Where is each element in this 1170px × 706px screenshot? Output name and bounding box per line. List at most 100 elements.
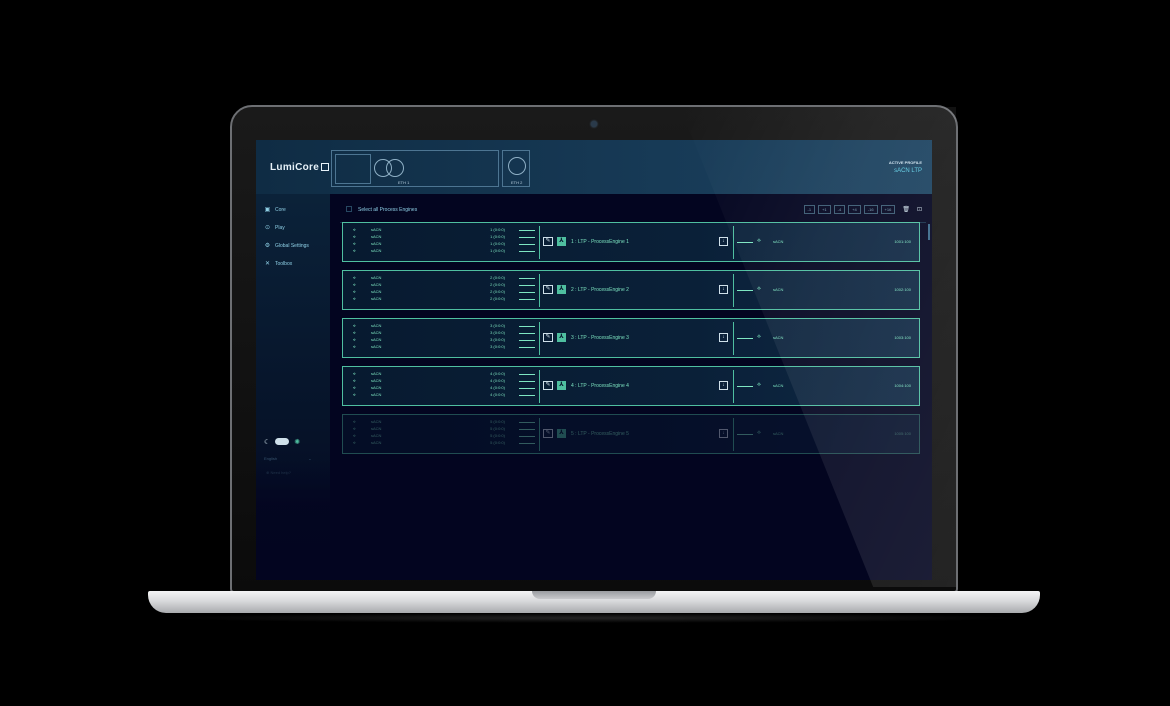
engine-type-icon: ⅄ bbox=[557, 285, 566, 294]
input-row[interactable]: ⟡ sACN 2 (0:0:0) bbox=[353, 275, 505, 282]
input-protocol: sACN bbox=[371, 371, 382, 376]
input-universe: 5 (0:0:0) bbox=[490, 433, 505, 438]
input-protocol: sACN bbox=[371, 275, 382, 280]
theme-toggle[interactable] bbox=[275, 438, 290, 445]
step-minus-16-button[interactable]: -16 bbox=[863, 205, 878, 214]
input-row[interactable]: ⟡ sACN 2 (0:0:0) bbox=[353, 296, 505, 303]
eth1-label: ETH 1 bbox=[398, 180, 410, 185]
process-engine-card[interactable]: ⟡ sACN 2 (0:0:0) ⟡ sACN 2 (0:0:0) ⟡ sACN 2 (0:0:… bbox=[342, 270, 920, 310]
input-source-icon: ⟡ bbox=[353, 337, 356, 342]
input-row[interactable]: ⟡ sACN 2 (0:0:0) bbox=[353, 282, 505, 289]
step-minus-4-button[interactable]: -4 bbox=[833, 205, 846, 214]
output-protocol: sACN bbox=[773, 335, 784, 340]
step-plus-16-button[interactable]: +16 bbox=[880, 205, 896, 214]
output-expand-icon[interactable]: ↓ bbox=[719, 429, 728, 438]
input-source-icon: ⟡ bbox=[353, 344, 356, 349]
engine-name[interactable]: 2 : LTP - ProcessEngine 2 bbox=[571, 287, 629, 293]
select-all-row[interactable]: Select all Process Engines bbox=[346, 206, 417, 213]
edit-icon[interactable]: ✎ bbox=[543, 429, 553, 438]
input-row[interactable]: ⟡ sACN 5 (0:0:0) bbox=[353, 419, 505, 426]
input-row[interactable]: ⟡ sACN 3 (0:0:0) bbox=[353, 337, 505, 344]
step-minus-1-button[interactable]: -1 bbox=[803, 205, 816, 214]
divider bbox=[539, 322, 540, 355]
input-protocol: sACN bbox=[371, 330, 382, 335]
engine-type-icon: ⅄ bbox=[557, 429, 566, 438]
active-profile-value[interactable]: sACN LTP bbox=[894, 168, 922, 174]
input-source-icon: ⟡ bbox=[353, 385, 356, 390]
sidebar-item-toolbox[interactable]: ✕ Toolbox bbox=[264, 260, 292, 267]
engine-name[interactable]: 5 : LTP - ProcessEngine 5 bbox=[571, 431, 629, 437]
core-icon: ▣ bbox=[264, 207, 271, 213]
input-row[interactable]: ⟡ sACN 1 (0:0:0) bbox=[353, 227, 505, 234]
input-row[interactable]: ⟡ sACN 2 (0:0:0) bbox=[353, 289, 505, 296]
process-engine-card[interactable]: ⟡ sACN 3 (0:0:0) ⟡ sACN 3 (0:0:0) ⟡ sACN 3 (0:0:… bbox=[342, 318, 920, 358]
output-expand-icon[interactable]: ↓ bbox=[719, 237, 728, 246]
app-logo[interactable]: LumiCore bbox=[270, 162, 330, 173]
select-all-checkbox[interactable] bbox=[346, 206, 352, 212]
edit-icon[interactable]: ✎ bbox=[543, 333, 553, 342]
process-engine-card[interactable]: ⟡ sACN 4 (0:0:0) ⟡ sACN 4 (0:0:0) ⟡ sACN 4 (0:0:… bbox=[342, 366, 920, 406]
input-row[interactable]: ⟡ sACN 1 (0:0:0) bbox=[353, 241, 505, 248]
input-source-icon: ⟡ bbox=[353, 296, 356, 301]
input-protocol: sACN bbox=[371, 323, 382, 328]
edit-icon[interactable]: ✎ bbox=[543, 237, 553, 246]
input-universe: 1 (0:0:0) bbox=[490, 227, 505, 232]
input-row[interactable]: ⟡ sACN 5 (0:0:0) bbox=[353, 433, 505, 440]
sidebar-item-play[interactable]: ⊙ Play bbox=[264, 224, 285, 231]
logo-text: LumiCore bbox=[270, 162, 320, 173]
engine-name[interactable]: 3 : LTP - ProcessEngine 3 bbox=[571, 335, 629, 341]
process-engine-card[interactable]: ⟡ sACN 5 (0:0:0) ⟡ sACN 5 (0:0:0) ⟡ sACN 5 (0:0:… bbox=[342, 414, 920, 454]
input-connector bbox=[519, 230, 535, 231]
engine-type-icon: ⅄ bbox=[557, 333, 566, 342]
input-row[interactable]: ⟡ sACN 5 (0:0:0) bbox=[353, 426, 505, 433]
input-row[interactable]: ⟡ sACN 4 (0:0:0) bbox=[353, 392, 505, 399]
input-row[interactable]: ⟡ sACN 1 (0:0:0) bbox=[353, 248, 505, 255]
input-row[interactable]: ⟡ sACN 4 (0:0:0) bbox=[353, 378, 505, 385]
input-universe: 5 (0:0:0) bbox=[490, 440, 505, 445]
output-expand-icon[interactable]: ↓ bbox=[719, 381, 728, 390]
step-plus-1-button[interactable]: +1 bbox=[818, 205, 831, 214]
list-fade-overlay bbox=[256, 458, 932, 580]
input-row[interactable]: ⟡ sACN 4 (0:0:0) bbox=[353, 385, 505, 392]
input-connector bbox=[519, 443, 535, 444]
input-row[interactable]: ⟡ sACN 3 (0:0:0) bbox=[353, 344, 505, 351]
input-protocol: sACN bbox=[371, 392, 382, 397]
sidebar-item-core[interactable]: ▣ Core bbox=[264, 206, 286, 213]
edit-icon[interactable]: ✎ bbox=[543, 285, 553, 294]
edit-icon[interactable]: ✎ bbox=[543, 381, 553, 390]
input-row[interactable]: ⟡ sACN 1 (0:0:0) bbox=[353, 234, 505, 241]
port-search-icon bbox=[386, 159, 404, 177]
eth1-port-panel[interactable]: ETH 1 bbox=[331, 150, 499, 187]
input-row[interactable]: ⟡ sACN 3 (0:0:0) bbox=[353, 323, 505, 330]
input-protocol: sACN bbox=[371, 378, 382, 383]
engine-name[interactable]: 1 : LTP - ProcessEngine 1 bbox=[571, 239, 629, 245]
input-row[interactable]: ⟡ sACN 5 (0:0:0) bbox=[353, 440, 505, 447]
toolbox-icon: ✕ bbox=[264, 261, 271, 267]
output-universe: 1002:100 bbox=[894, 287, 911, 292]
output-connector bbox=[737, 434, 753, 435]
input-row[interactable]: ⟡ sACN 3 (0:0:0) bbox=[353, 330, 505, 337]
input-universe: 4 (0:0:0) bbox=[490, 392, 505, 397]
gear-icon: ⚙ bbox=[264, 243, 271, 249]
step-plus-4-button[interactable]: +4 bbox=[848, 205, 861, 214]
input-row[interactable]: ⟡ sACN 4 (0:0:0) bbox=[353, 371, 505, 378]
lock-icon[interactable]: ⊡ bbox=[917, 206, 922, 213]
eth2-port-panel[interactable]: ETH 2 bbox=[502, 150, 530, 187]
input-source-icon: ⟡ bbox=[353, 289, 356, 294]
output-expand-icon[interactable]: ↓ bbox=[719, 333, 728, 342]
trash-icon[interactable]: 🗑 bbox=[902, 206, 910, 213]
engine-name[interactable]: 4 : LTP - ProcessEngine 4 bbox=[571, 383, 629, 389]
sidebar-item-global-settings[interactable]: ⚙ Global Settings bbox=[264, 242, 309, 249]
input-connector bbox=[519, 422, 535, 423]
input-list: ⟡ sACN 4 (0:0:0) ⟡ sACN 4 (0:0:0) ⟡ sACN 4 (0:0:… bbox=[353, 371, 505, 399]
input-source-icon: ⟡ bbox=[353, 275, 356, 280]
output-connector bbox=[737, 386, 753, 387]
output-connector bbox=[737, 290, 753, 291]
output-universe: 1003:100 bbox=[894, 335, 911, 340]
scrollbar[interactable] bbox=[928, 224, 930, 240]
process-engine-card[interactable]: ⟡ sACN 1 (0:0:0) ⟡ sACN 1 (0:0:0) ⟡ sACN 1 (0:0:… bbox=[342, 222, 920, 262]
output-expand-icon[interactable]: ↓ bbox=[719, 285, 728, 294]
input-list: ⟡ sACN 1 (0:0:0) ⟡ sACN 1 (0:0:0) ⟡ sACN 1 (0:0:… bbox=[353, 227, 505, 255]
app-header: LumiCore ETH 1 ETH 2 ACTIVE PROFILE sACN… bbox=[256, 140, 932, 194]
output-target-icon: ⟡ bbox=[757, 334, 761, 340]
